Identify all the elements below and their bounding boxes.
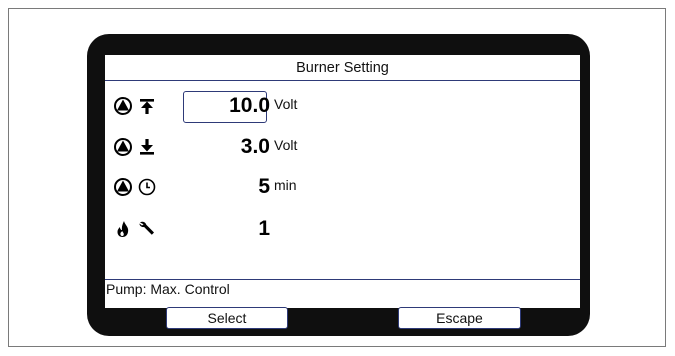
clock-icon xyxy=(137,177,157,197)
time-unit: min xyxy=(274,177,297,193)
min-voltage-value[interactable]: 3.0 xyxy=(180,129,270,165)
pump-icon xyxy=(113,96,133,116)
setting-row-min-voltage[interactable]: 3.0 Volt xyxy=(105,129,580,165)
min-voltage-unit: Volt xyxy=(274,137,298,153)
screen-title: Burner Setting xyxy=(105,55,580,81)
row-icons xyxy=(113,129,173,165)
wrench-icon xyxy=(137,219,157,239)
setting-row-burner-service[interactable]: 1 xyxy=(105,211,580,247)
select-button[interactable]: Select xyxy=(166,307,288,329)
display-screen: Burner Setting 10.0 Volt 3.0 Volt 5 min … xyxy=(105,55,580,308)
row-icons xyxy=(113,88,173,124)
flame-icon xyxy=(113,219,133,239)
pump-icon xyxy=(113,177,133,197)
arrow-down-to-bar-icon xyxy=(137,137,157,157)
escape-button[interactable]: Escape xyxy=(398,307,521,329)
burner-service-value[interactable]: 1 xyxy=(180,211,270,247)
pump-icon xyxy=(113,137,133,157)
row-icons xyxy=(113,169,173,205)
row-icons xyxy=(113,211,173,247)
max-voltage-value[interactable]: 10.0 xyxy=(180,88,270,124)
status-text: Pump: Max. Control xyxy=(105,279,580,299)
arrow-up-to-bar-icon xyxy=(137,96,157,116)
setting-row-time[interactable]: 5 min xyxy=(105,169,580,205)
time-value[interactable]: 5 xyxy=(180,169,270,205)
setting-row-max-voltage[interactable]: 10.0 Volt xyxy=(105,88,580,124)
max-voltage-unit: Volt xyxy=(274,96,298,112)
